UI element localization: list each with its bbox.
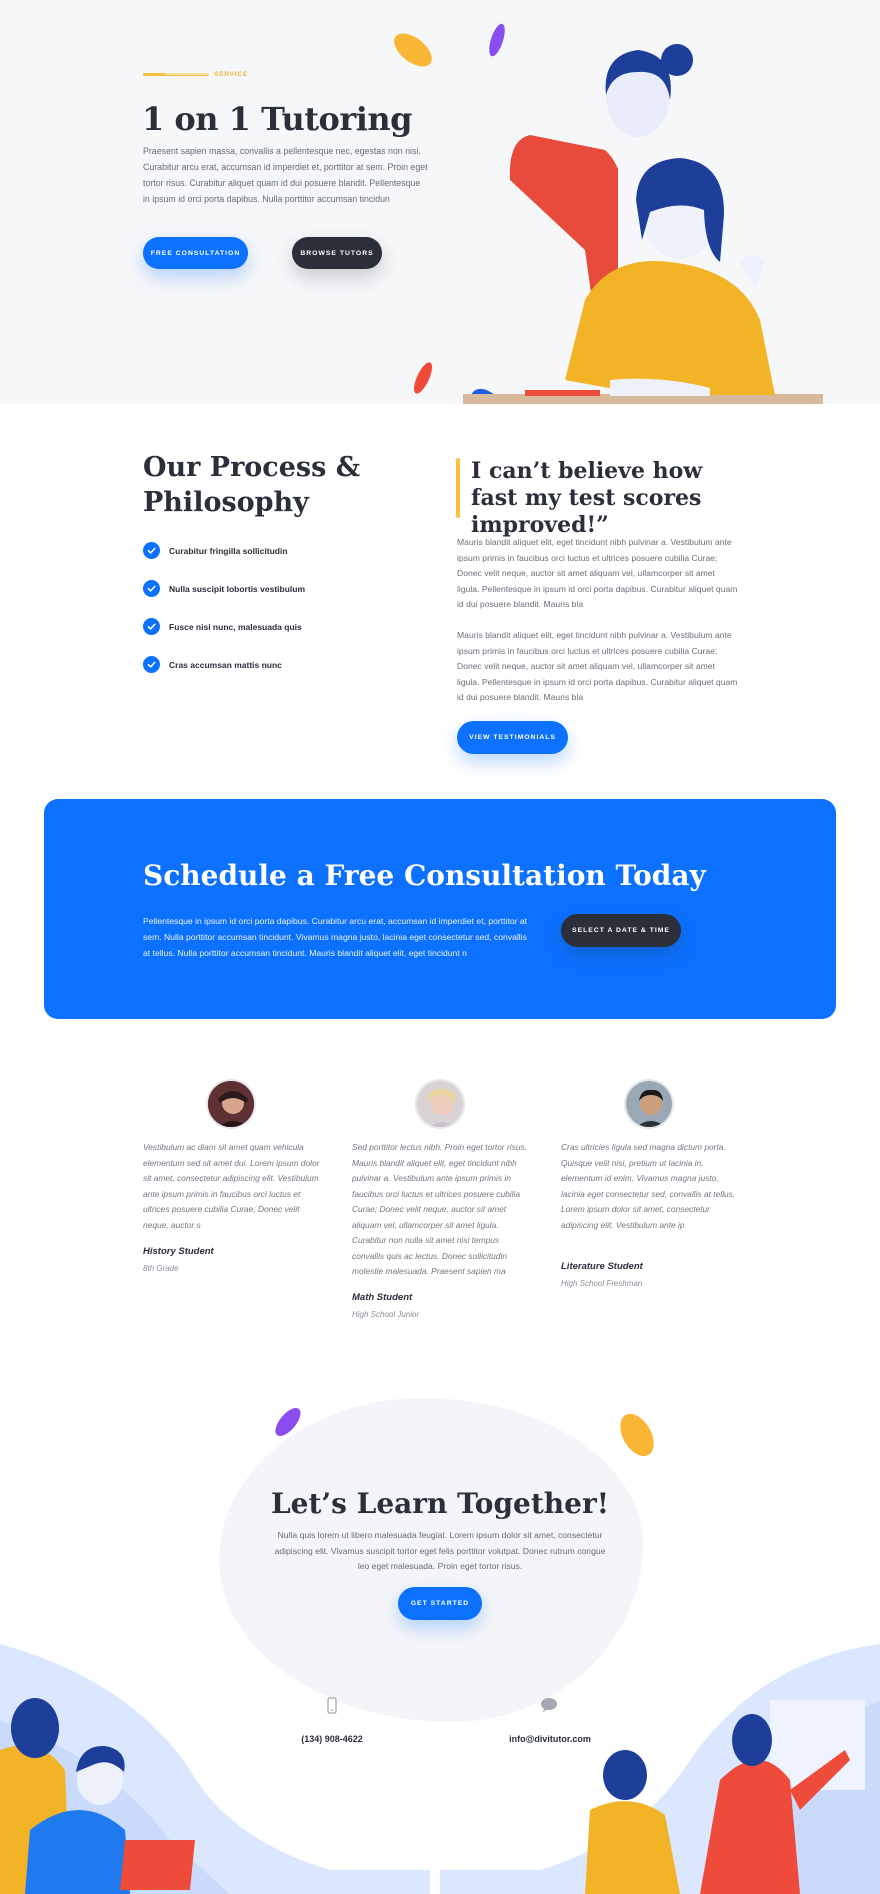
avatar [206, 1079, 256, 1129]
avatar [624, 1079, 674, 1129]
phone-link[interactable]: (134) 908-4622 [280, 1734, 384, 1744]
checklist-item: Cras accumsan mattis nunc [143, 656, 282, 673]
get-started-button[interactable]: GET STARTED [398, 1587, 482, 1620]
testimonial-quote: I can’t believe how fast my test scores … [471, 458, 703, 538]
purple-drop-decoration [275, 1407, 301, 1437]
email-link[interactable]: info@divitutor.com [498, 1734, 602, 1744]
browse-tutors-button[interactable]: BROWSE TUTORS [292, 237, 382, 269]
testimonial-name: Math Student [352, 1292, 413, 1303]
cta-description: Pellentesque in ipsum id orci porta dapi… [143, 916, 528, 958]
view-testimonials-button[interactable]: VIEW TESTIMONIALS [457, 721, 568, 754]
tutoring-illustration [394, 23, 823, 404]
testimonial-text: Sed porttitor lectus nibh. Proin eget to… [352, 1142, 528, 1276]
process-paragraph: Mauris blandit aliquet elit, eget tincid… [457, 537, 738, 609]
checkmark-icon [143, 580, 160, 597]
testimonial-grade: High School Junior [352, 1310, 420, 1319]
hero-section: SERVICE 1 on 1 Tutoring Praesent sapien … [0, 0, 880, 404]
chat-bubble-icon [540, 1697, 558, 1718]
phone-icon [327, 1697, 337, 1719]
checklist-label: Curabitur fringilla sollicitudin [169, 545, 288, 556]
testimonial-grade: High School Freshman [561, 1279, 643, 1288]
free-consultation-button[interactable]: FREE CONSULTATION [143, 237, 248, 269]
testimonial-text: Vestibulum ac diam sit amet quam vehicul… [143, 1142, 320, 1230]
yellow-drop-decoration [620, 1413, 654, 1457]
avatar [415, 1079, 465, 1129]
checklist-item: Fusce nisi nunc, malesuada quis [143, 618, 302, 635]
checklist-label: Fusce nisi nunc, malesuada quis [169, 621, 302, 632]
checklist-item: Curabitur fringilla sollicitudin [143, 542, 288, 559]
cta-title: Schedule a Free Consultation Today [143, 859, 706, 892]
hero-eyebrow: SERVICE [214, 71, 249, 78]
checklist-label: Cras accumsan mattis nunc [169, 659, 282, 670]
testimonial-name: Literature Student [561, 1261, 643, 1272]
checkmark-icon [143, 618, 160, 635]
checkmark-icon [143, 656, 160, 673]
eyebrow-line [143, 73, 209, 76]
checklist-label: Nulla suscipit lobortis vestibulum [169, 583, 306, 594]
checkmark-icon [143, 542, 160, 559]
hero-title: 1 on 1 Tutoring [142, 100, 412, 138]
consultation-banner: Schedule a Free Consultation Today Pelle… [44, 799, 836, 1019]
checklist-item: Nulla suscipit lobortis vestibulum [143, 580, 305, 597]
footer-description: Nulla quis lorem ut libero malesuada feu… [274, 1530, 606, 1571]
process-paragraph: Mauris blandit aliquet elit, eget tincid… [457, 630, 738, 702]
footer-title: Let’s Learn Together! [270, 1487, 610, 1520]
select-date-time-button[interactable]: SELECT A DATE & TIME [561, 914, 681, 947]
testimonial-name: History Student [143, 1246, 214, 1257]
testimonial-text: Cras ultricies ligula sed magna dictum p… [561, 1142, 736, 1230]
testimonial-grade: 8th Grade [143, 1264, 179, 1273]
quote-accent-bar [456, 458, 460, 518]
process-title: Our Process & Philosophy [143, 452, 361, 518]
